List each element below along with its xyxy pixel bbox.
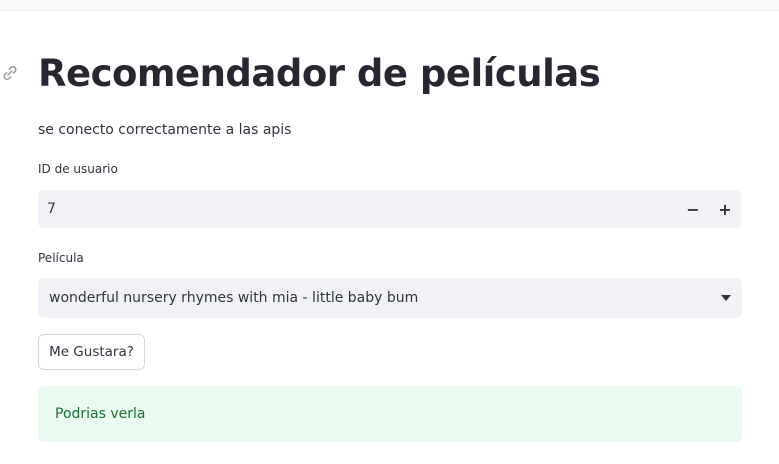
movie-label: Película [38,251,84,265]
user-id-label: ID de usuario [38,162,118,176]
me-gustara-button[interactable]: Me Gustara? [38,334,145,370]
link-icon[interactable] [0,63,20,83]
connection-status-text: se conecto correctamente a las apis [38,122,292,138]
user-id-field[interactable] [38,201,677,217]
movie-select[interactable]: wonderful nursery rhymes with mia - litt… [38,278,742,318]
caret-down-icon [721,295,731,301]
success-alert: Podrias verla [38,386,742,442]
increment-button[interactable]: + [709,190,741,228]
movie-selected-value: wonderful nursery rhymes with mia - litt… [49,290,419,306]
user-id-number-input: − + [38,190,741,228]
success-message: Podrias verla [55,406,146,422]
decrement-button[interactable]: − [677,190,709,228]
page-title: Recomendador de películas [38,52,601,95]
app-header-bar [0,0,779,11]
